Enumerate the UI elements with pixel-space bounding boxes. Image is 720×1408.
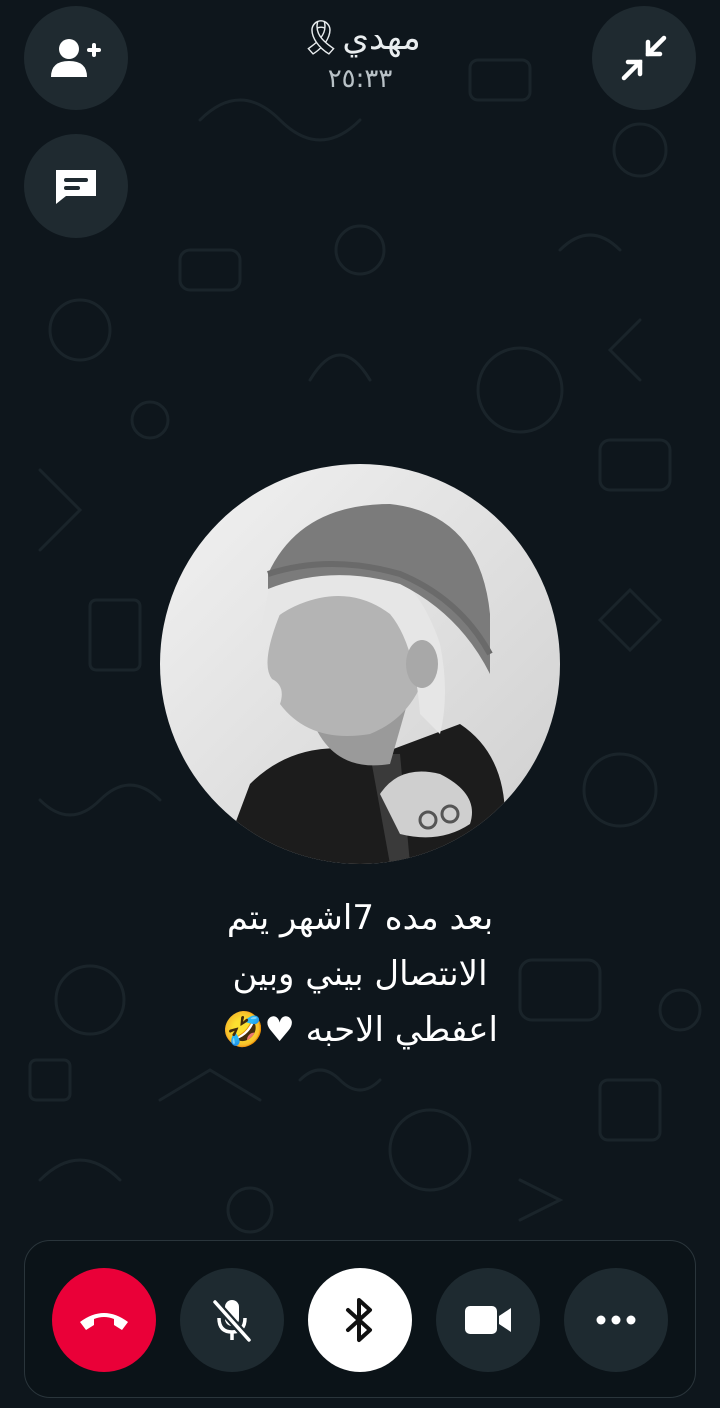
contact-name: مهدي🎗 bbox=[299, 18, 421, 58]
status-line-3: اعفطي الاحبه ♥🤣 bbox=[222, 1010, 498, 1050]
call-status-message: بعد مده 7اشهر يتم الانتصال بيني وبين اعف… bbox=[180, 890, 540, 1058]
call-control-bar bbox=[24, 1240, 696, 1398]
contact-avatar bbox=[160, 464, 560, 864]
minimize-arrows-icon bbox=[621, 35, 667, 81]
end-call-button[interactable] bbox=[52, 1268, 156, 1372]
call-timer: ٢٥:٣٣ bbox=[327, 64, 393, 94]
phone-hangup-icon bbox=[80, 1313, 128, 1330]
person-add-icon bbox=[51, 39, 101, 77]
message-icon bbox=[56, 170, 96, 204]
add-participant-button[interactable] bbox=[24, 6, 128, 110]
status-line-2: الانتصال بيني وبين bbox=[232, 954, 488, 994]
bluetooth-button[interactable] bbox=[308, 1268, 412, 1372]
message-button[interactable] bbox=[24, 134, 128, 238]
bluetooth-icon bbox=[346, 1298, 372, 1342]
video-button[interactable] bbox=[436, 1268, 540, 1372]
mute-button[interactable] bbox=[180, 1268, 284, 1372]
avatar-photo bbox=[160, 464, 560, 864]
more-options-button[interactable] bbox=[564, 1268, 668, 1372]
mic-off-icon bbox=[212, 1299, 252, 1343]
more-dots-icon bbox=[596, 1315, 636, 1325]
status-line-1: بعد مده 7اشهر يتم bbox=[226, 898, 494, 938]
minimize-button[interactable] bbox=[592, 6, 696, 110]
call-screen: مهدي🎗 ٢٥:٣٣ بعد مده 7اشهر يتم الانتصال ب… bbox=[0, 0, 720, 1408]
call-header: مهدي🎗 ٢٥:٣٣ bbox=[180, 14, 540, 96]
video-camera-icon bbox=[465, 1306, 511, 1334]
